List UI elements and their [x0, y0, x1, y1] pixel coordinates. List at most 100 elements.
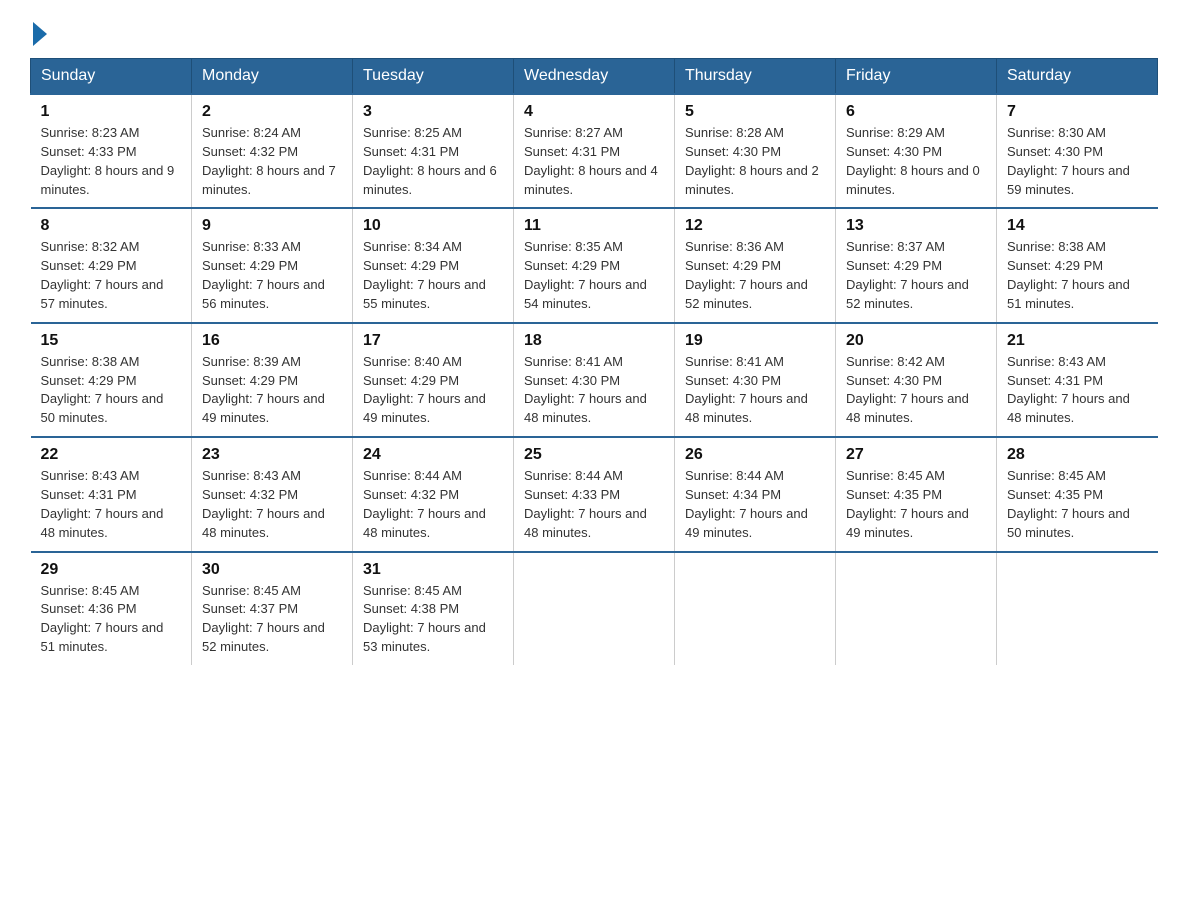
- logo: [30, 20, 47, 42]
- day-info: Sunrise: 8:44 AMSunset: 4:32 PMDaylight:…: [363, 468, 486, 540]
- day-info: Sunrise: 8:38 AMSunset: 4:29 PMDaylight:…: [41, 354, 164, 426]
- day-info: Sunrise: 8:25 AMSunset: 4:31 PMDaylight:…: [363, 125, 497, 197]
- calendar-cell: 19 Sunrise: 8:41 AMSunset: 4:30 PMDaylig…: [675, 323, 836, 437]
- day-number: 31: [363, 561, 503, 579]
- day-number: 5: [685, 103, 825, 121]
- calendar-cell: 28 Sunrise: 8:45 AMSunset: 4:35 PMDaylig…: [997, 437, 1158, 551]
- week-row-4: 22 Sunrise: 8:43 AMSunset: 4:31 PMDaylig…: [31, 437, 1158, 551]
- day-number: 12: [685, 217, 825, 235]
- day-number: 27: [846, 446, 986, 464]
- day-number: 19: [685, 332, 825, 350]
- day-info: Sunrise: 8:44 AMSunset: 4:33 PMDaylight:…: [524, 468, 647, 540]
- calendar-cell: 21 Sunrise: 8:43 AMSunset: 4:31 PMDaylig…: [997, 323, 1158, 437]
- calendar-cell: 3 Sunrise: 8:25 AMSunset: 4:31 PMDayligh…: [353, 94, 514, 208]
- weekday-header-thursday: Thursday: [675, 59, 836, 95]
- day-info: Sunrise: 8:43 AMSunset: 4:31 PMDaylight:…: [1007, 354, 1130, 426]
- day-info: Sunrise: 8:44 AMSunset: 4:34 PMDaylight:…: [685, 468, 808, 540]
- day-number: 16: [202, 332, 342, 350]
- calendar-cell: 7 Sunrise: 8:30 AMSunset: 4:30 PMDayligh…: [997, 94, 1158, 208]
- calendar-cell: 4 Sunrise: 8:27 AMSunset: 4:31 PMDayligh…: [514, 94, 675, 208]
- day-info: Sunrise: 8:32 AMSunset: 4:29 PMDaylight:…: [41, 239, 164, 311]
- day-info: Sunrise: 8:40 AMSunset: 4:29 PMDaylight:…: [363, 354, 486, 426]
- calendar-cell: 11 Sunrise: 8:35 AMSunset: 4:29 PMDaylig…: [514, 208, 675, 322]
- day-number: 2: [202, 103, 342, 121]
- day-number: 28: [1007, 446, 1148, 464]
- day-info: Sunrise: 8:30 AMSunset: 4:30 PMDaylight:…: [1007, 125, 1130, 197]
- day-info: Sunrise: 8:45 AMSunset: 4:37 PMDaylight:…: [202, 583, 325, 655]
- calendar-cell: 22 Sunrise: 8:43 AMSunset: 4:31 PMDaylig…: [31, 437, 192, 551]
- calendar-cell: 29 Sunrise: 8:45 AMSunset: 4:36 PMDaylig…: [31, 552, 192, 665]
- day-info: Sunrise: 8:42 AMSunset: 4:30 PMDaylight:…: [846, 354, 969, 426]
- day-info: Sunrise: 8:43 AMSunset: 4:32 PMDaylight:…: [202, 468, 325, 540]
- calendar-cell: 26 Sunrise: 8:44 AMSunset: 4:34 PMDaylig…: [675, 437, 836, 551]
- day-info: Sunrise: 8:24 AMSunset: 4:32 PMDaylight:…: [202, 125, 336, 197]
- day-number: 20: [846, 332, 986, 350]
- calendar-cell: 13 Sunrise: 8:37 AMSunset: 4:29 PMDaylig…: [836, 208, 997, 322]
- calendar-cell: [514, 552, 675, 665]
- day-number: 11: [524, 217, 664, 235]
- day-number: 4: [524, 103, 664, 121]
- day-number: 17: [363, 332, 503, 350]
- day-number: 6: [846, 103, 986, 121]
- calendar-cell: [836, 552, 997, 665]
- day-info: Sunrise: 8:37 AMSunset: 4:29 PMDaylight:…: [846, 239, 969, 311]
- weekday-header-tuesday: Tuesday: [353, 59, 514, 95]
- calendar-cell: 10 Sunrise: 8:34 AMSunset: 4:29 PMDaylig…: [353, 208, 514, 322]
- calendar-cell: 14 Sunrise: 8:38 AMSunset: 4:29 PMDaylig…: [997, 208, 1158, 322]
- week-row-1: 1 Sunrise: 8:23 AMSunset: 4:33 PMDayligh…: [31, 94, 1158, 208]
- calendar-cell: 16 Sunrise: 8:39 AMSunset: 4:29 PMDaylig…: [192, 323, 353, 437]
- calendar-cell: 15 Sunrise: 8:38 AMSunset: 4:29 PMDaylig…: [31, 323, 192, 437]
- week-row-5: 29 Sunrise: 8:45 AMSunset: 4:36 PMDaylig…: [31, 552, 1158, 665]
- day-info: Sunrise: 8:36 AMSunset: 4:29 PMDaylight:…: [685, 239, 808, 311]
- day-info: Sunrise: 8:45 AMSunset: 4:38 PMDaylight:…: [363, 583, 486, 655]
- day-number: 7: [1007, 103, 1148, 121]
- day-number: 22: [41, 446, 182, 464]
- weekday-header-row: SundayMondayTuesdayWednesdayThursdayFrid…: [31, 59, 1158, 95]
- day-number: 14: [1007, 217, 1148, 235]
- day-info: Sunrise: 8:39 AMSunset: 4:29 PMDaylight:…: [202, 354, 325, 426]
- day-number: 25: [524, 446, 664, 464]
- calendar-cell: 6 Sunrise: 8:29 AMSunset: 4:30 PMDayligh…: [836, 94, 997, 208]
- day-info: Sunrise: 8:27 AMSunset: 4:31 PMDaylight:…: [524, 125, 658, 197]
- day-info: Sunrise: 8:23 AMSunset: 4:33 PMDaylight:…: [41, 125, 175, 197]
- calendar-cell: 24 Sunrise: 8:44 AMSunset: 4:32 PMDaylig…: [353, 437, 514, 551]
- calendar-cell: [997, 552, 1158, 665]
- day-info: Sunrise: 8:45 AMSunset: 4:36 PMDaylight:…: [41, 583, 164, 655]
- day-number: 8: [41, 217, 182, 235]
- calendar-cell: 31 Sunrise: 8:45 AMSunset: 4:38 PMDaylig…: [353, 552, 514, 665]
- calendar-cell: 20 Sunrise: 8:42 AMSunset: 4:30 PMDaylig…: [836, 323, 997, 437]
- day-number: 24: [363, 446, 503, 464]
- day-number: 30: [202, 561, 342, 579]
- calendar-cell: 23 Sunrise: 8:43 AMSunset: 4:32 PMDaylig…: [192, 437, 353, 551]
- weekday-header-friday: Friday: [836, 59, 997, 95]
- week-row-3: 15 Sunrise: 8:38 AMSunset: 4:29 PMDaylig…: [31, 323, 1158, 437]
- day-info: Sunrise: 8:45 AMSunset: 4:35 PMDaylight:…: [1007, 468, 1130, 540]
- day-number: 23: [202, 446, 342, 464]
- calendar-cell: 1 Sunrise: 8:23 AMSunset: 4:33 PMDayligh…: [31, 94, 192, 208]
- calendar-cell: 12 Sunrise: 8:36 AMSunset: 4:29 PMDaylig…: [675, 208, 836, 322]
- day-number: 29: [41, 561, 182, 579]
- day-info: Sunrise: 8:29 AMSunset: 4:30 PMDaylight:…: [846, 125, 980, 197]
- day-number: 26: [685, 446, 825, 464]
- day-number: 10: [363, 217, 503, 235]
- calendar-cell: 17 Sunrise: 8:40 AMSunset: 4:29 PMDaylig…: [353, 323, 514, 437]
- calendar-cell: 9 Sunrise: 8:33 AMSunset: 4:29 PMDayligh…: [192, 208, 353, 322]
- logo-arrow-icon: [33, 22, 47, 46]
- day-info: Sunrise: 8:35 AMSunset: 4:29 PMDaylight:…: [524, 239, 647, 311]
- day-info: Sunrise: 8:45 AMSunset: 4:35 PMDaylight:…: [846, 468, 969, 540]
- day-info: Sunrise: 8:41 AMSunset: 4:30 PMDaylight:…: [524, 354, 647, 426]
- weekday-header-monday: Monday: [192, 59, 353, 95]
- calendar-cell: 8 Sunrise: 8:32 AMSunset: 4:29 PMDayligh…: [31, 208, 192, 322]
- day-number: 13: [846, 217, 986, 235]
- weekday-header-sunday: Sunday: [31, 59, 192, 95]
- week-row-2: 8 Sunrise: 8:32 AMSunset: 4:29 PMDayligh…: [31, 208, 1158, 322]
- calendar-cell: [675, 552, 836, 665]
- day-info: Sunrise: 8:43 AMSunset: 4:31 PMDaylight:…: [41, 468, 164, 540]
- day-number: 15: [41, 332, 182, 350]
- day-info: Sunrise: 8:34 AMSunset: 4:29 PMDaylight:…: [363, 239, 486, 311]
- calendar-cell: 27 Sunrise: 8:45 AMSunset: 4:35 PMDaylig…: [836, 437, 997, 551]
- day-info: Sunrise: 8:33 AMSunset: 4:29 PMDaylight:…: [202, 239, 325, 311]
- calendar-cell: 30 Sunrise: 8:45 AMSunset: 4:37 PMDaylig…: [192, 552, 353, 665]
- day-number: 9: [202, 217, 342, 235]
- calendar-table: SundayMondayTuesdayWednesdayThursdayFrid…: [30, 58, 1158, 665]
